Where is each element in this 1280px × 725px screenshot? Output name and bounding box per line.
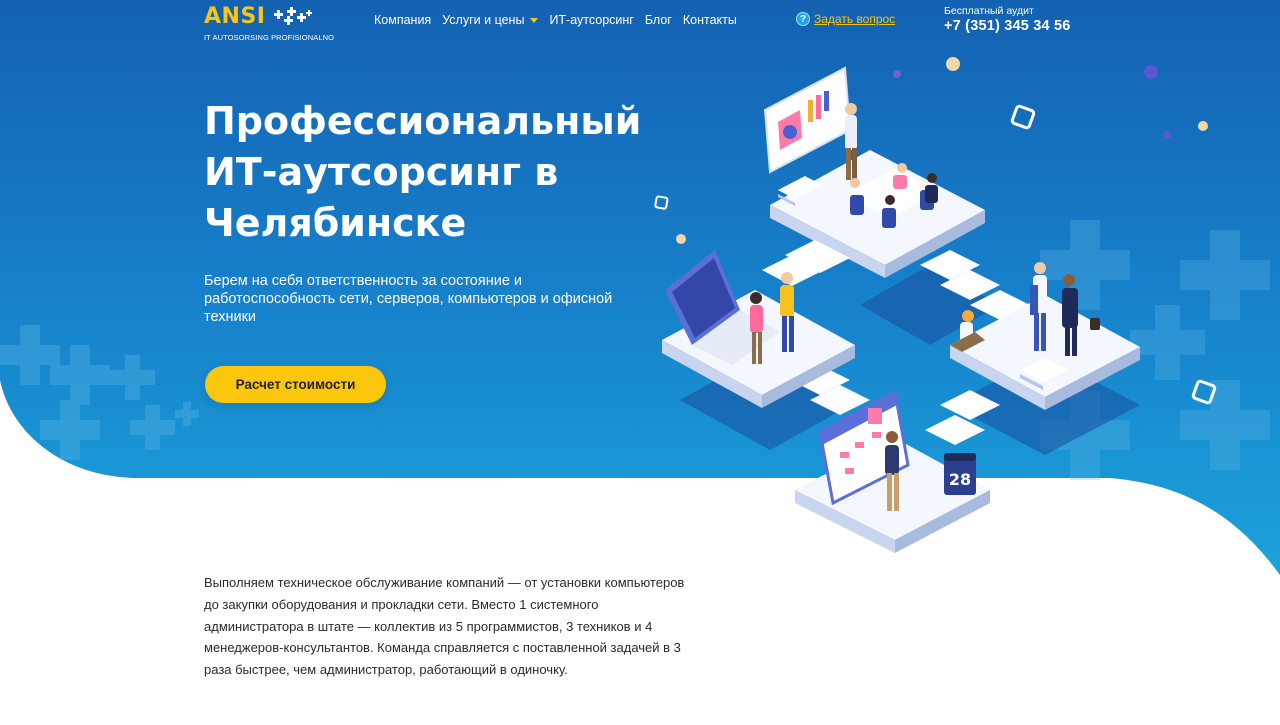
nav-item-label: ИТ-аутсорсинг [549, 13, 634, 27]
hero-title: Профессиональный ИТ-аутсорсинг в Челябин… [204, 96, 684, 249]
calendar-day-number: 28 [949, 470, 971, 489]
isometric-office-illustration: 28 [662, 66, 1140, 553]
logo-wordmark: ANSI [204, 4, 266, 29]
hero-subtitle: Берем на себя ответственность за состоян… [204, 273, 613, 325]
nav-item-blog[interactable]: Блог [645, 13, 672, 27]
nav-item-label: Услуги и цены [442, 13, 525, 27]
meeting-platform [763, 66, 985, 278]
logo-tagline: IT AUTOSORSING PROFISIONALNO [204, 33, 335, 42]
nav-item-label: Компания [374, 13, 432, 27]
logo[interactable]: ANSI IT AUTOSORSING PROFISIONALNO [204, 4, 334, 44]
question-icon: ? [796, 12, 810, 26]
chevron-down-icon [530, 17, 539, 23]
intro-paragraph: Выполняем техническое обслуживание компа… [204, 575, 685, 678]
nav-item-it-outsourcing[interactable]: ИТ-аутсорсинг [549, 13, 633, 27]
hero-title-line: Профессиональный [204, 99, 642, 143]
ask-question-link[interactable]: ? Задать вопрос [796, 12, 895, 26]
logo-plus-icon [274, 7, 312, 25]
hero-title-line: Челябинске [204, 201, 467, 245]
hero-title-line: ИТ-аутсорсинг в [204, 150, 559, 194]
phone-link[interactable]: +7 (351) 345 34 56 [944, 18, 1071, 34]
nav-item-label: Блог [644, 13, 672, 27]
nav-item-company[interactable]: Компания [374, 13, 431, 27]
ask-question-label: Задать вопрос [814, 12, 896, 26]
calculate-cost-button[interactable]: Расчет стоимости [205, 366, 386, 403]
nav-item-services[interactable]: Услуги и цены [442, 13, 539, 27]
nav-item-label: Контакты [682, 13, 737, 27]
nav-item-contacts[interactable]: Контакты [683, 13, 737, 27]
site-header: ANSI IT AUTOSORSING PROFISIONALNO Компан… [0, 0, 1280, 50]
main-nav: Компания Услуги и цены ИТ-аутсорсинг Бло… [374, 13, 748, 27]
free-audit-label: Бесплатный аудит [944, 5, 1034, 17]
